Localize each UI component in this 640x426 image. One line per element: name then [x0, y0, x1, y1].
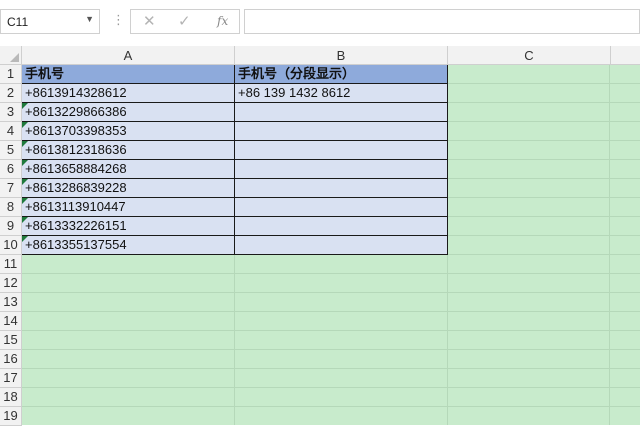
column-header-c[interactable]: C	[448, 46, 611, 65]
row-header-9[interactable]: 9	[0, 217, 22, 236]
cell-a7-text: +8613286839228	[25, 180, 127, 195]
row-header-14[interactable]: 14	[0, 312, 22, 331]
cell-a5[interactable]: +8613812318636	[22, 141, 235, 160]
cell-a8-text: +8613113910447	[25, 199, 126, 214]
cell-b1-text: 手机号（分段显示）	[238, 66, 356, 81]
cell-a3-text: +8613229866386	[25, 104, 127, 119]
row-header-18[interactable]: 18	[0, 388, 22, 407]
error-indicator-icon	[22, 217, 28, 223]
cell-a6-text: +8613658884268	[25, 161, 127, 176]
cell-a3[interactable]: +8613229866386	[22, 103, 235, 122]
cell-b7[interactable]	[235, 179, 448, 198]
cell-b10[interactable]	[235, 236, 448, 255]
cell-b3[interactable]	[235, 103, 448, 122]
cell-a4-text: +8613703398353	[25, 123, 127, 138]
cell-a6[interactable]: +8613658884268	[22, 160, 235, 179]
select-all-icon	[10, 53, 19, 62]
formula-input[interactable]	[244, 9, 640, 34]
row-header-16[interactable]: 16	[0, 350, 22, 369]
formula-tools: ✕ ✓ fx	[130, 9, 240, 34]
name-box-dropdown-icon[interactable]: ▼	[85, 14, 94, 24]
spreadsheet-grid: A B C 1 2 3 4 5 6 7 8 9 10 11 12 13 14 15 16 17 18 19 手机号手…	[0, 46, 640, 426]
column-header-d[interactable]	[611, 46, 640, 65]
cell-b4[interactable]	[235, 122, 448, 141]
row-header-15[interactable]: 15	[0, 331, 22, 350]
error-indicator-icon	[22, 103, 28, 109]
formula-bar-separator-icon: ⋮	[112, 12, 125, 27]
cell-b6[interactable]	[235, 160, 448, 179]
formula-bar: C11 ▼ ⋮ ✕ ✓ fx	[0, 0, 640, 46]
row-header-3[interactable]: 3	[0, 103, 22, 122]
row-header-12[interactable]: 12	[0, 274, 22, 293]
select-all-button[interactable]	[0, 46, 22, 65]
cancel-icon[interactable]: ✕	[143, 12, 156, 30]
enter-icon[interactable]: ✓	[178, 12, 191, 30]
name-box[interactable]: C11 ▼	[0, 9, 100, 34]
column-header-b[interactable]: B	[235, 46, 448, 65]
error-indicator-icon	[22, 198, 28, 204]
error-indicator-icon	[22, 160, 28, 166]
row-header-2[interactable]: 2	[0, 84, 22, 103]
cell-a5-text: +8613812318636	[25, 142, 127, 157]
row-header-10[interactable]: 10	[0, 236, 22, 255]
row-header-17[interactable]: 17	[0, 369, 22, 388]
error-indicator-icon	[22, 236, 28, 242]
cell-a10-text: +8613355137554	[25, 237, 127, 252]
name-box-value: C11	[7, 15, 29, 29]
row-header-5[interactable]: 5	[0, 141, 22, 160]
row-header-4[interactable]: 4	[0, 122, 22, 141]
cell-b9[interactable]	[235, 217, 448, 236]
cell-a2[interactable]: +8613914328612	[22, 84, 235, 103]
cell-a9[interactable]: +8613332226151	[22, 217, 235, 236]
cell-b2[interactable]: +86 139 1432 8612	[235, 84, 448, 103]
cell-a10[interactable]: +8613355137554	[22, 236, 235, 255]
cell-a1-text: 手机号	[25, 66, 65, 81]
row-header-6[interactable]: 6	[0, 160, 22, 179]
row-header-7[interactable]: 7	[0, 179, 22, 198]
cell-b1[interactable]: 手机号（分段显示）	[235, 65, 448, 84]
row-header-1[interactable]: 1	[0, 65, 22, 84]
cell-a8[interactable]: +8613113910447	[22, 198, 235, 217]
row-header-13[interactable]: 13	[0, 293, 22, 312]
error-indicator-icon	[22, 179, 28, 185]
cell-b5[interactable]	[235, 141, 448, 160]
cell-a9-text: +8613332226151	[25, 218, 127, 233]
row-header-8[interactable]: 8	[0, 198, 22, 217]
error-indicator-icon	[22, 122, 28, 128]
row-header-11[interactable]: 11	[0, 255, 22, 274]
row-header-19[interactable]: 19	[0, 407, 22, 426]
column-header-a[interactable]: A	[22, 46, 235, 65]
insert-function-icon[interactable]: fx	[217, 14, 228, 28]
cell-b2-text: +86 139 1432 8612	[238, 85, 351, 100]
cell-a1[interactable]: 手机号	[22, 65, 235, 84]
cell-a2-text: +8613914328612	[25, 85, 127, 100]
cell-a4[interactable]: +8613703398353	[22, 122, 235, 141]
cell-a7[interactable]: +8613286839228	[22, 179, 235, 198]
cell-b8[interactable]	[235, 198, 448, 217]
error-indicator-icon	[22, 141, 28, 147]
